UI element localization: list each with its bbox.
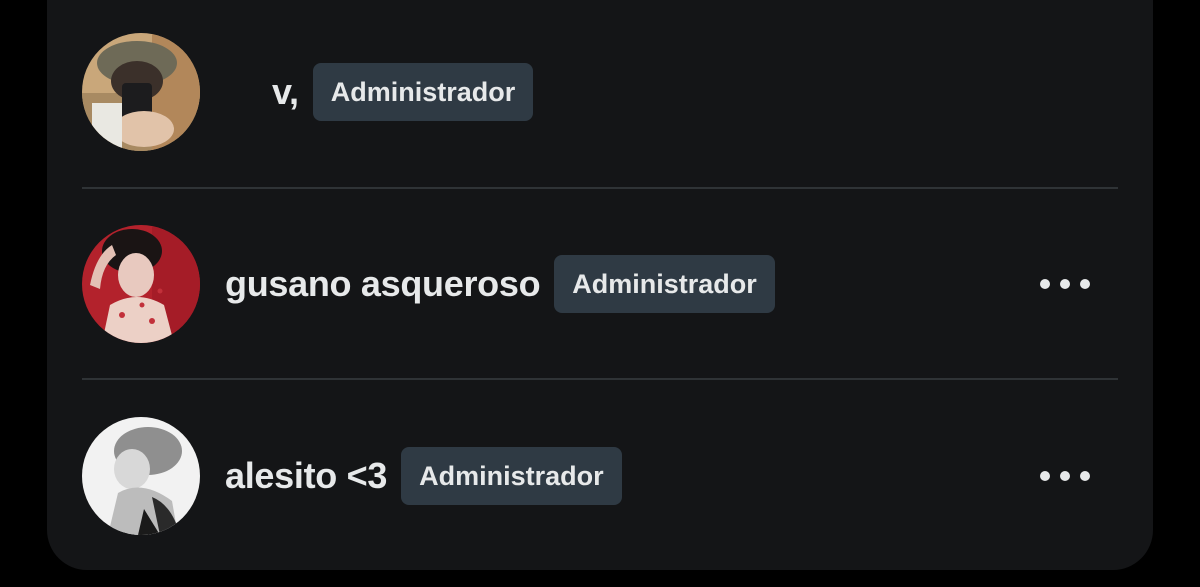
dot (1080, 279, 1090, 289)
avatar-photo-icon (82, 225, 200, 343)
divider (82, 378, 1118, 380)
divider (82, 187, 1118, 189)
more-horizontal-icon[interactable] (1040, 461, 1090, 491)
dot (1060, 471, 1070, 481)
more-horizontal-icon[interactable] (1040, 269, 1090, 299)
dot (1040, 471, 1050, 481)
dot (1040, 279, 1050, 289)
dot (1080, 471, 1090, 481)
member-name[interactable]: gusano asqueroso (225, 263, 541, 305)
member-row[interactable]: v, Administrador (82, 32, 1118, 152)
role-badge: Administrador (401, 447, 622, 505)
member-name[interactable]: alesito <3 (225, 455, 387, 497)
avatar[interactable] (82, 33, 200, 151)
avatar-photo-icon (82, 33, 200, 151)
dot (1060, 279, 1070, 289)
role-badge: Administrador (312, 63, 534, 121)
member-row[interactable]: gusano asqueroso Administrador (82, 224, 1118, 344)
avatar[interactable] (82, 417, 200, 535)
role-badge: Administrador (554, 255, 775, 313)
avatar-photo-icon (82, 417, 200, 535)
member-row[interactable]: alesito <3 Administrador (82, 416, 1118, 536)
member-name[interactable]: v, (272, 71, 299, 113)
avatar[interactable] (82, 225, 200, 343)
